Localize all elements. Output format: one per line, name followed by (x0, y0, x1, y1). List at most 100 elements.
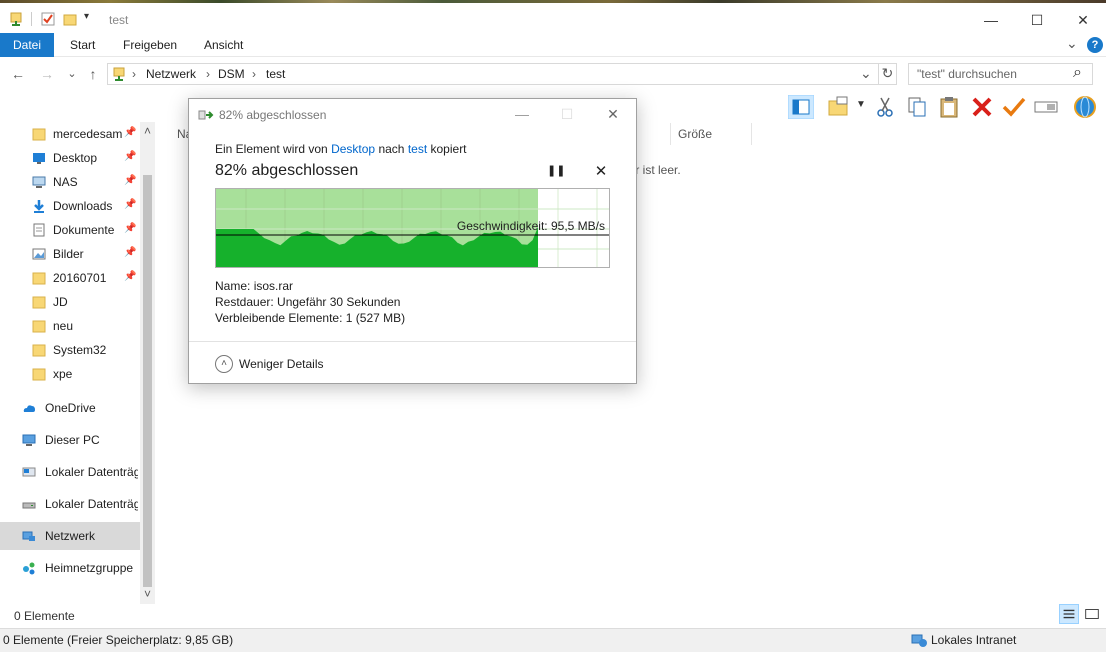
pictures-icon (32, 248, 46, 260)
remaining-value: Ungefähr 30 Sekunden (277, 295, 401, 309)
sidebar-item-dokumente[interactable]: Dokumente 📌 (0, 218, 140, 242)
forward-button[interactable]: → (37, 64, 57, 84)
delete-icon[interactable] (969, 95, 995, 119)
sidebar-item-bilder[interactable]: Bilder 📌 (0, 242, 140, 266)
breadcrumb-separator: › (206, 67, 210, 81)
globe-icon[interactable] (1072, 95, 1098, 119)
copy-dialog-icon (198, 110, 214, 120)
new-folder-icon[interactable] (63, 12, 77, 26)
local-disk-icon (22, 467, 36, 477)
copy-icon[interactable] (904, 95, 930, 119)
scroll-down-button[interactable]: ˅ (141, 587, 154, 601)
pin-icon[interactable]: 📌 (124, 223, 136, 234)
items-value: 1 (527 MB) (345, 311, 406, 325)
detail-name: Name: isos.rar (215, 279, 293, 293)
dialog-close-button[interactable]: ✕ (598, 103, 628, 125)
tab-datei[interactable]: Datei (0, 33, 54, 57)
pin-icon[interactable]: 📌 (124, 127, 136, 138)
search-icon[interactable]: ⌕ (1073, 64, 1082, 82)
name-value: isos.rar (253, 279, 294, 293)
window-title: test (109, 13, 129, 27)
sidebar-item-jd[interactable]: JD (0, 290, 140, 314)
nav-scrollbar-thumb[interactable] (143, 175, 152, 587)
properties-check-icon[interactable] (1001, 95, 1027, 119)
sidebar-item-label: 20160701 (53, 271, 107, 285)
copy-progress-dialog[interactable]: 82% abgeschlossen — ☐ ✕ Ein Element wird… (188, 98, 637, 384)
sidebar-item-dieser-pc[interactable]: Dieser PC (0, 426, 140, 454)
copy-description-suffix: kopiert (430, 142, 467, 156)
rename-icon[interactable] (1033, 95, 1059, 119)
sidebar-item-xpe[interactable]: xpe (0, 362, 140, 386)
sidebar-item-label: mercedesamg (53, 127, 122, 141)
help-icon[interactable]: ? (1087, 37, 1103, 53)
pin-icon[interactable]: 📌 (124, 175, 136, 186)
sidebar-item-netzwerk[interactable]: Netzwerk (0, 522, 140, 550)
close-button[interactable]: ✕ (1060, 6, 1106, 35)
pause-button[interactable]: ❚❚ (547, 164, 565, 180)
up-button[interactable]: ↑ (83, 64, 103, 84)
breadcrumb-test[interactable]: test (266, 67, 285, 81)
pin-icon[interactable]: 📌 (124, 271, 136, 282)
new-item-dropdown-icon[interactable]: ▼ (856, 99, 866, 110)
pin-icon[interactable]: 📌 (124, 151, 136, 162)
maximize-button[interactable]: ☐ (1014, 6, 1060, 35)
breadcrumb-separator: › (252, 67, 256, 81)
detail-remaining-time: Restdauer: Ungefähr 30 Sekunden (215, 295, 400, 309)
copy-source-link[interactable]: Desktop (331, 142, 375, 156)
navigation-pane[interactable]: mercedesamg 📌 Desktop 📌 NAS 📌 Downloads 📌 Dokume… (0, 122, 155, 604)
search-input[interactable]: "test" durchsuchen (917, 67, 1017, 81)
network-folder-icon (113, 67, 125, 81)
minimize-button[interactable]: — (968, 6, 1014, 35)
progress-heading: 82% abgeschlossen (215, 162, 359, 179)
new-folder-toolbar-icon[interactable] (826, 95, 852, 119)
pin-icon[interactable]: 📌 (124, 247, 136, 258)
sidebar-item-label: Dokumente (53, 223, 115, 237)
status-bar: 0 Elemente (Freier Speicherplatz: 9,85 G… (0, 628, 1106, 652)
cancel-copy-button[interactable]: ✕ (593, 162, 609, 180)
back-button[interactable]: ← (8, 64, 28, 84)
sidebar-item-20160701[interactable]: 20160701 📌 (0, 266, 140, 290)
column-header-size[interactable]: Größe (678, 127, 712, 141)
copy-destination-link[interactable]: test (408, 142, 427, 156)
tab-start[interactable]: Start (60, 33, 105, 57)
sidebar-item-nas[interactable]: NAS 📌 (0, 170, 140, 194)
customize-quick-access-icon[interactable]: ▾ (84, 11, 89, 22)
breadcrumb-dsm[interactable]: DSM (218, 67, 245, 81)
onedrive-icon (23, 405, 35, 412)
computer-icon (32, 176, 46, 188)
sidebar-item-lokaler-datenträger-c[interactable]: Lokaler Datenträger (C:) (0, 458, 140, 486)
scroll-up-button[interactable]: ˄ (141, 124, 154, 138)
address-history-dropdown[interactable]: ⌄ (860, 65, 872, 82)
properties-icon[interactable] (41, 12, 55, 26)
sidebar-item-label: neu (53, 319, 74, 333)
pin-icon[interactable]: 📌 (124, 199, 136, 210)
search-box[interactable]: "test" durchsuchen ⌕ (908, 63, 1093, 85)
sidebar-item-downloads[interactable]: Downloads 📌 (0, 194, 140, 218)
sidebar-item-lokaler-datenträger-d[interactable]: Lokaler Datenträger (D:) (0, 490, 140, 518)
dialog-minimize-button[interactable]: — (507, 103, 537, 125)
sidebar-item-onedrive[interactable]: OneDrive (0, 394, 140, 422)
details-view-icon[interactable] (1059, 604, 1079, 624)
recent-locations-button[interactable]: ⌄ (62, 64, 82, 84)
chevron-up-icon: ˄ (215, 355, 233, 373)
sidebar-item-system32[interactable]: System32 (0, 338, 140, 362)
folder-properties-icon[interactable] (9, 12, 23, 26)
breadcrumb-netzwerk[interactable]: Netzwerk (146, 67, 196, 81)
navigation-pane-icon[interactable] (788, 95, 814, 119)
status-free-space: 0 Elemente (Freier Speicherplatz: 9,85 G… (3, 633, 234, 647)
sidebar-item-mercedesamg[interactable]: mercedesamg 📌 (0, 122, 140, 146)
sidebar-item-neu[interactable]: neu (0, 314, 140, 338)
large-icons-view-icon[interactable] (1082, 604, 1102, 624)
tab-ansicht[interactable]: Ansicht (194, 33, 253, 57)
refresh-button[interactable]: ↻ (879, 65, 896, 82)
dialog-title: 82% abgeschlossen (219, 108, 327, 122)
expand-ribbon-icon[interactable]: ⌄ (1066, 35, 1078, 52)
this-pc-icon (22, 434, 36, 446)
items-label: Verbleibende Elemente: (215, 311, 343, 325)
tab-freigeben[interactable]: Freigeben (113, 33, 187, 57)
paste-icon[interactable] (937, 95, 963, 119)
sidebar-item-heimnetzgruppe[interactable]: Heimnetzgruppe (0, 554, 140, 582)
sidebar-item-desktop[interactable]: Desktop 📌 (0, 146, 140, 170)
cut-icon[interactable] (872, 95, 898, 119)
address-bar[interactable]: › Netzwerk › DSM › test ⌄ ↻ (107, 63, 897, 85)
